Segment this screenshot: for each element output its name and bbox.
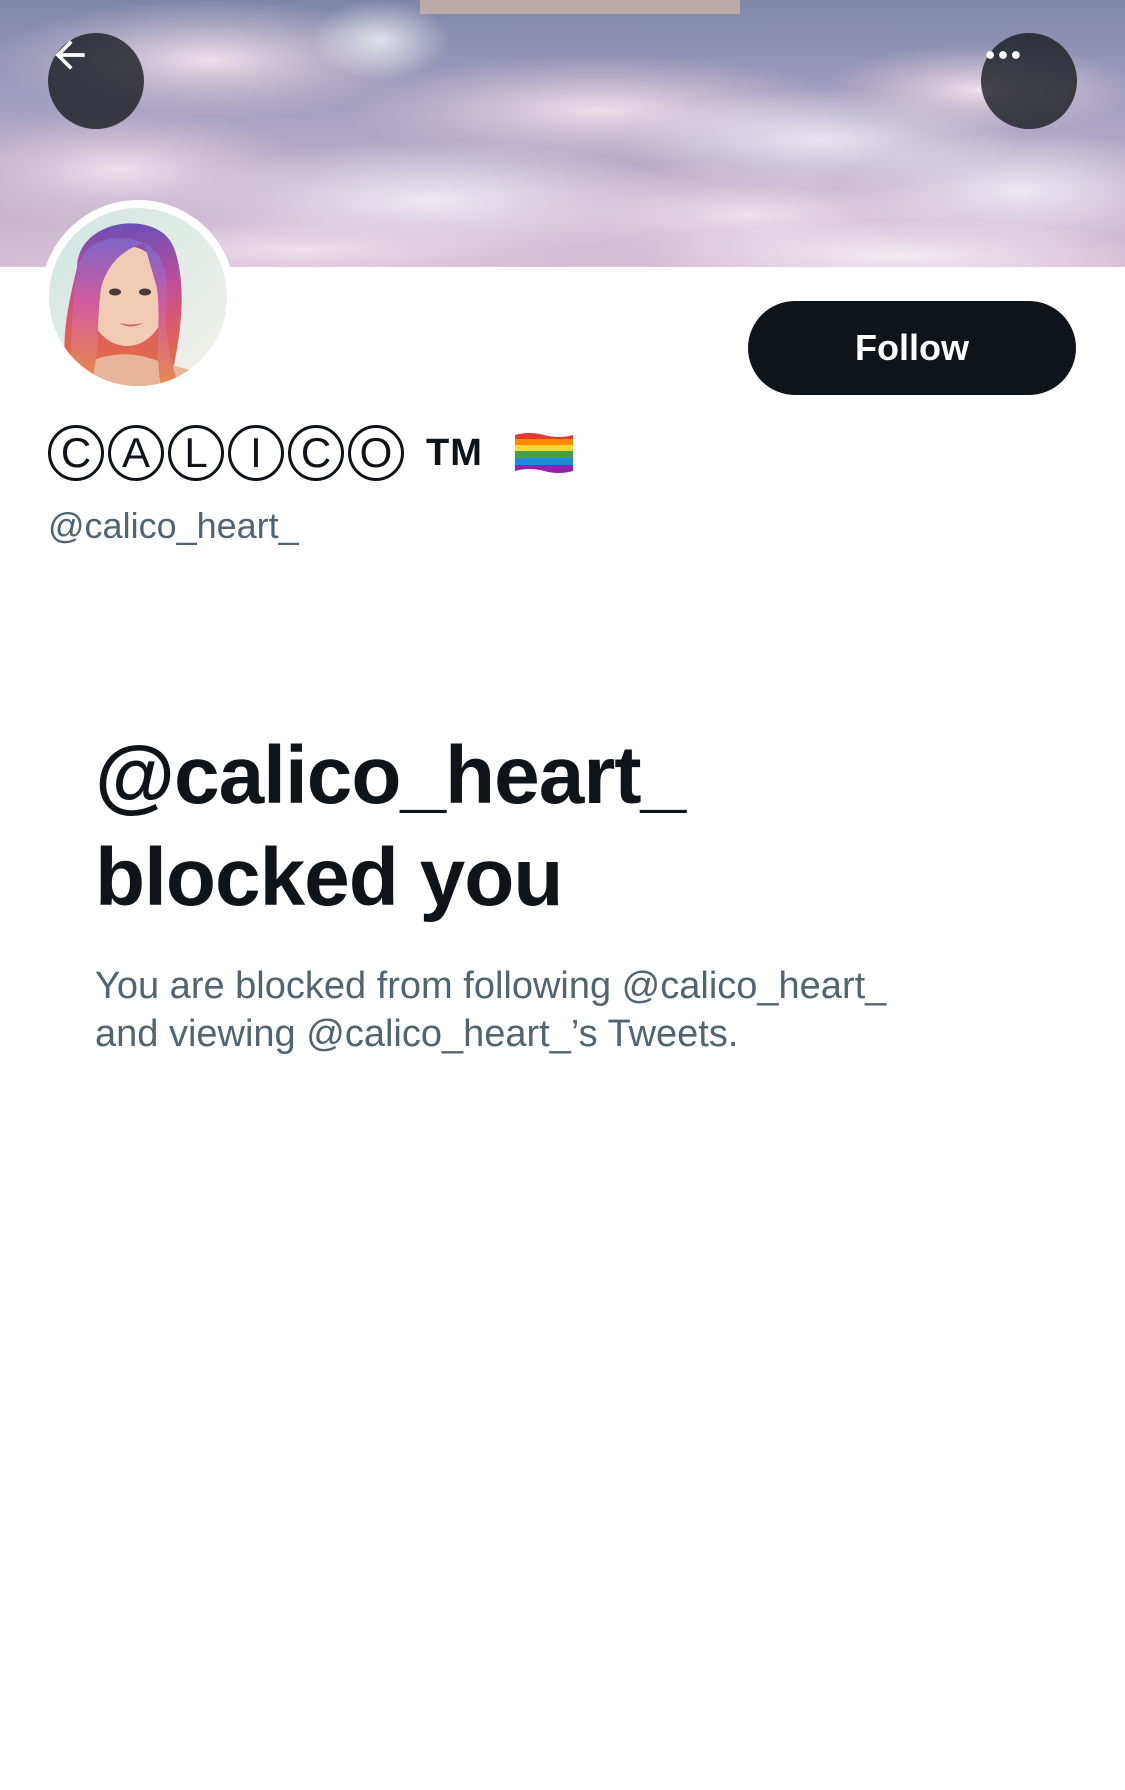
blocked-title: @calico_heart_ blocked you [95,725,995,929]
trademark-symbol: TM [426,431,483,474]
blocked-description-line: You are blocked from following @calico_h… [95,965,887,1007]
follow-button[interactable]: Follow [748,301,1076,395]
profile-handle: @calico_heart_ [48,505,299,546]
circled-letter: L [168,425,224,481]
blocked-description: You are blocked from following @calico_h… [95,962,1055,1058]
circled-letter: C [288,425,344,481]
avatar-image [49,208,227,386]
circled-letter: C [48,425,104,481]
back-button[interactable] [48,33,144,129]
circled-letter: O [348,425,404,481]
profile-page: Follow C A L I C O TM @calico_heart_ @ca… [0,0,1125,1790]
rainbow-flag-icon [513,431,575,475]
avatar[interactable] [41,200,235,394]
blocked-title-text: blocked you [95,832,563,923]
blocked-title-handle: @calico_heart_ [95,730,686,821]
circled-letter: A [108,425,164,481]
blocked-description-line: and viewing @calico_heart_’s Tweets. [95,1013,739,1055]
display-name: C A L I C O TM [48,418,575,488]
circled-letter: I [228,425,284,481]
arrow-left-icon [55,40,85,70]
display-name-letters: C A L I C O [48,425,404,481]
more-horizontal-icon [986,51,1020,59]
more-options-button[interactable] [981,33,1077,129]
